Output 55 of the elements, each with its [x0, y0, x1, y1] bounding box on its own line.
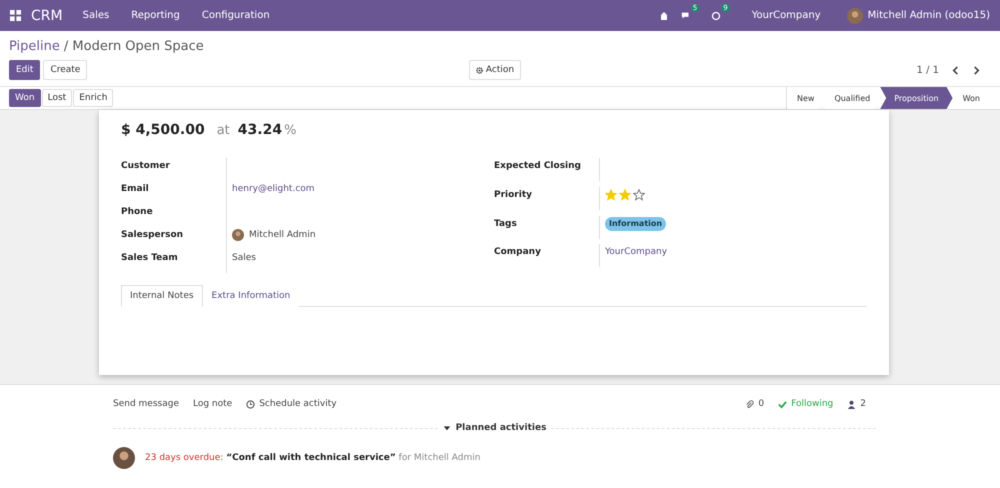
- header-button[interactable]: Won: [9, 89, 41, 107]
- user-icon[interactable]: [847, 400, 856, 408]
- edit-button[interactable]: Edit: [9, 60, 40, 80]
- notebook-tab[interactable]: Internal Notes: [121, 285, 203, 307]
- menu-item[interactable]: Sales: [82, 10, 110, 21]
- previous-icon[interactable]: [951, 66, 960, 74]
- field-label: Email: [121, 183, 150, 196]
- at-label: at: [216, 123, 230, 138]
- field-label: Sales Team: [121, 252, 179, 265]
- schedule-activity-link[interactable]: Schedule activity: [259, 399, 337, 409]
- avatar-icon: [232, 229, 244, 241]
- app-title[interactable]: CRM: [31, 8, 63, 24]
- field-label: Salesperson: [121, 229, 184, 242]
- field-label: Expected Closing: [494, 160, 582, 173]
- send-message-link[interactable]: Send message: [113, 399, 179, 409]
- header-button[interactable]: Enrich: [73, 89, 114, 107]
- expected-revenue: $ 4,500.00: [121, 122, 205, 138]
- field-label: Priority: [494, 188, 533, 202]
- pager-value: 1 / 1: [916, 64, 939, 76]
- field-label: Company: [494, 246, 542, 260]
- field-value-link[interactable]: henry@elight.com: [232, 181, 315, 197]
- field-value-link[interactable]: YourCompany: [605, 244, 668, 260]
- menu-item[interactable]: Reporting: [131, 10, 180, 21]
- user-menu[interactable]: Mitchell Admin (odoo15): [868, 10, 990, 21]
- chat-icon[interactable]: [680, 10, 691, 20]
- field-value: Sales: [232, 252, 256, 265]
- follower-count: 2: [860, 399, 866, 409]
- caret-icon[interactable]: [442, 424, 451, 432]
- breadcrumb-current: / Modern Open Space: [64, 39, 204, 54]
- field-label: Customer: [121, 160, 171, 173]
- header-button[interactable]: Lost: [42, 89, 72, 107]
- field-label: Tags: [494, 218, 518, 230]
- planned-activities-toggle[interactable]: Planned activities: [456, 423, 546, 433]
- next-icon[interactable]: [972, 66, 981, 74]
- paperclip-icon[interactable]: [745, 400, 754, 408]
- avatar-icon[interactable]: [846, 8, 863, 24]
- star-icon[interactable]: [633, 188, 645, 201]
- create-button[interactable]: Create: [43, 60, 88, 80]
- probability-value: 43.24: [238, 122, 282, 138]
- menu-item[interactable]: Configuration: [202, 10, 270, 21]
- attachment-count: 0: [758, 399, 764, 409]
- percent-sign: %: [284, 123, 296, 138]
- breadcrumb-link[interactable]: Pipeline: [9, 39, 60, 54]
- apps-menu-icon[interactable]: [10, 10, 21, 21]
- action-button[interactable]: Action: [468, 60, 522, 80]
- gear-icon: [476, 66, 483, 74]
- tag-badge: Information: [605, 216, 666, 230]
- field-label: Phone: [121, 206, 154, 219]
- company-switcher[interactable]: YourCompany: [752, 10, 821, 21]
- stage-button[interactable]: Proposition: [880, 87, 953, 109]
- avatar-icon: [113, 447, 135, 469]
- check-icon: [778, 400, 788, 408]
- activity-summary: 23 days overdue: “Conf call with technical service” for Mitchell Admin: [145, 453, 480, 463]
- field-value: Mitchell Admin: [249, 229, 316, 242]
- log-note-link[interactable]: Log note: [192, 399, 232, 409]
